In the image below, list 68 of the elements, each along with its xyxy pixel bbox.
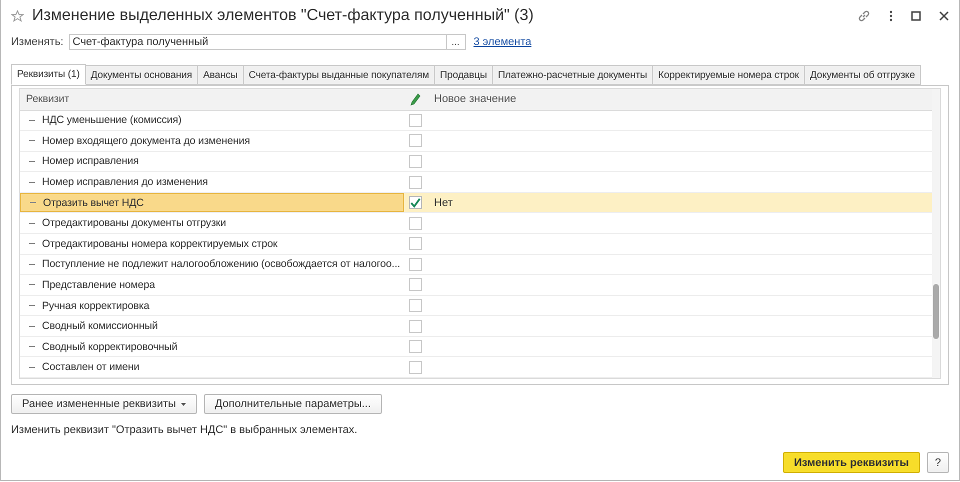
- attribute-name[interactable]: Сводный корректировочный: [42, 340, 178, 353]
- status-text: Изменить реквизит "Отразить вычет НДС" в выбранных элементах.: [11, 424, 358, 436]
- dash-icon: [29, 243, 35, 244]
- checkbox[interactable]: [408, 299, 422, 312]
- attribute-name[interactable]: Номер входящего документа до изменения: [42, 134, 250, 147]
- checkbox[interactable]: [408, 154, 422, 168]
- checkbox[interactable]: [408, 196, 422, 210]
- help-button[interactable]: ?: [926, 452, 949, 473]
- attribute-name[interactable]: Номер исправления: [42, 155, 139, 168]
- select-button[interactable]: ...: [446, 34, 466, 50]
- checkbox[interactable]: [408, 176, 422, 189]
- dash-icon: [29, 222, 35, 224]
- dash-icon: [29, 182, 35, 183]
- attribute-name[interactable]: Номер исправления до изменения: [42, 176, 208, 188]
- dash-icon: [29, 160, 35, 162]
- checkbox[interactable]: [408, 258, 422, 271]
- elements-link[interactable]: 3 элемента: [474, 36, 532, 48]
- column-header: Новое значение: [433, 92, 518, 108]
- attribute-name[interactable]: Поступление не подлежит налогообложению (освобождается от налогоо...: [42, 258, 400, 270]
- checkbox[interactable]: [408, 278, 422, 292]
- maximize-icon[interactable]: [911, 11, 921, 21]
- scrollbar[interactable]: [932, 89, 940, 378]
- close-icon[interactable]: [939, 11, 949, 21]
- checkbox[interactable]: [408, 114, 422, 127]
- attribute-name[interactable]: Отредактированы документы отгрузки: [42, 217, 226, 230]
- attribute-name[interactable]: Сводный комиссионный: [42, 320, 158, 332]
- dash-icon: [29, 326, 35, 327]
- attribute-name[interactable]: Составлен от имени: [42, 361, 140, 374]
- parameters-button[interactable]: Дополнительные параметры...: [204, 394, 382, 414]
- tab[interactable]: Продавцы: [435, 65, 493, 85]
- tab[interactable]: Авансы: [198, 65, 244, 85]
- attribute-name[interactable]: НДС уменьшение (комиссия): [42, 114, 182, 126]
- tab[interactable]: Документы основания: [86, 65, 198, 85]
- checkbox[interactable]: [408, 340, 422, 354]
- star-icon[interactable]: [11, 10, 24, 22]
- attribute-name[interactable]: Представление номера: [42, 278, 156, 291]
- tab[interactable]: Корректируемые номера строк: [653, 65, 805, 85]
- checkbox[interactable]: [408, 360, 422, 374]
- dash-icon: [29, 305, 35, 306]
- checkbox[interactable]: [408, 320, 422, 333]
- dash-icon: [29, 366, 35, 368]
- attribute-name[interactable]: Отразить вычет НДС: [43, 196, 144, 209]
- dash-icon: [29, 140, 35, 142]
- caret-icon: [180, 402, 186, 406]
- document-type-field[interactable]: Счет-фактура полученный: [68, 34, 446, 50]
- checkbox[interactable]: [408, 134, 422, 148]
- link-icon[interactable]: [857, 9, 871, 23]
- pencil-icon: [410, 92, 420, 106]
- new-value: Нет: [434, 196, 453, 209]
- dash-icon: [29, 346, 35, 348]
- history-dropdown-button[interactable]: Ранее измененные реквизиты: [11, 394, 197, 414]
- window-title: Изменение выделенных элементов "Счет-фактура полученный" (3): [32, 7, 534, 25]
- tab[interactable]: Реквизиты (1): [11, 64, 86, 85]
- field-label: Изменять:: [11, 36, 64, 48]
- dash-icon: [29, 120, 35, 121]
- tab[interactable]: Счета-фактуры выданные покупателям: [244, 65, 436, 85]
- dash-icon: [30, 202, 36, 204]
- column-header: Реквизит: [25, 92, 70, 108]
- checkbox[interactable]: [408, 237, 422, 250]
- attribute-name[interactable]: Отредактированы номера корректируемых строк: [42, 238, 278, 250]
- tab[interactable]: Документы об отгрузке: [804, 65, 921, 85]
- attribute-name[interactable]: Ручная корректировка: [42, 300, 150, 312]
- tab[interactable]: Платежно-расчетные документы: [492, 65, 654, 85]
- dash-icon: [29, 264, 35, 265]
- more-icon[interactable]: [889, 10, 893, 22]
- checkbox[interactable]: [408, 216, 422, 230]
- apply-button[interactable]: Изменить реквизиты: [783, 452, 920, 473]
- dash-icon: [29, 284, 35, 286]
